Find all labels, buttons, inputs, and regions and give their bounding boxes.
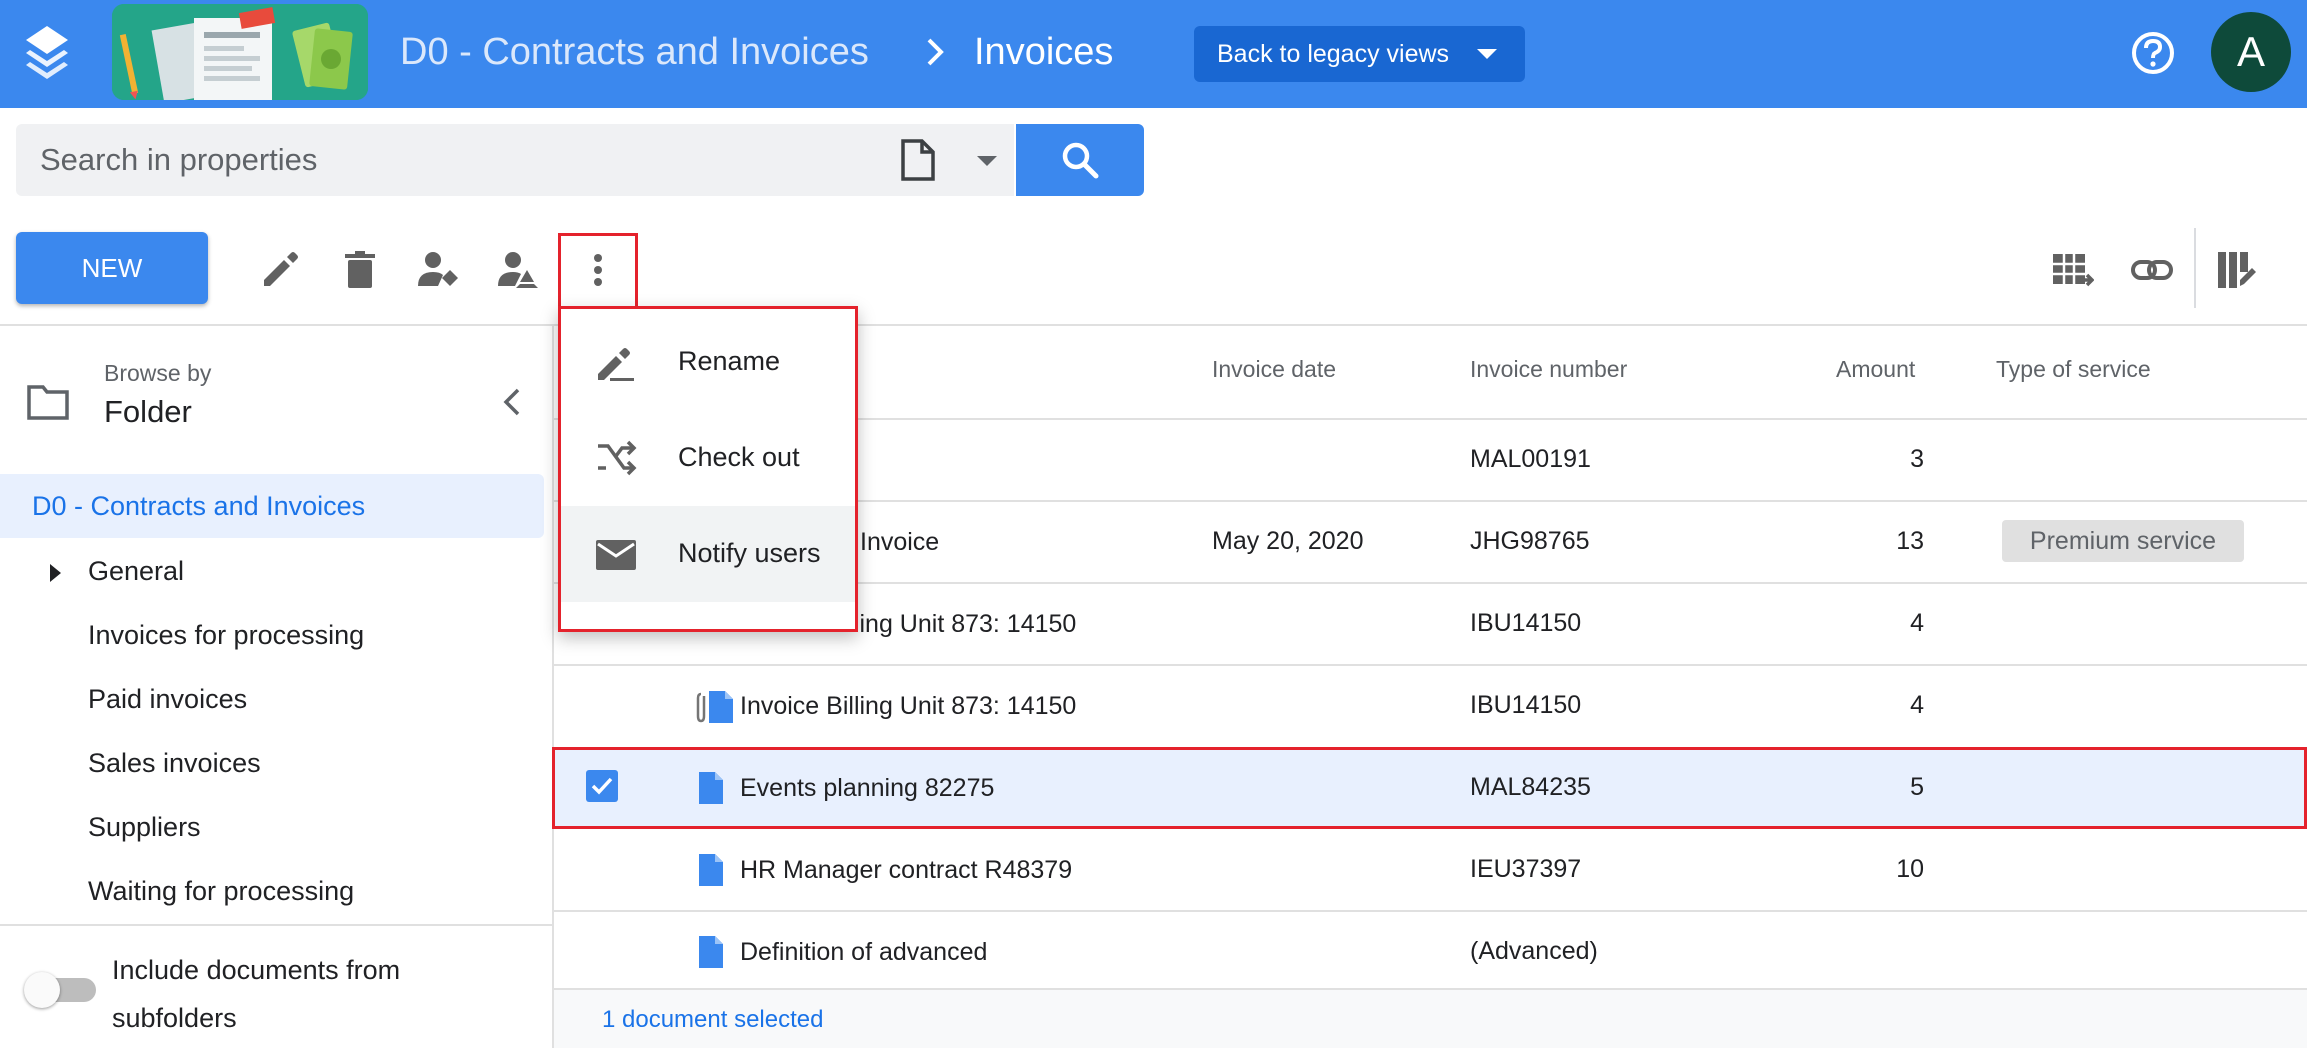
more-actions-menu: Rename Check out Notify users [558, 306, 858, 632]
help-icon[interactable] [2130, 30, 2176, 76]
edit-icon[interactable] [258, 248, 302, 292]
sidebar-item-label: D0 - Contracts and Invoices [32, 491, 366, 521]
include-subfolders-label: Include documents from subfolders [112, 955, 401, 1033]
amount-cell: 10 [1896, 855, 1924, 883]
chevron-right-icon [920, 34, 950, 70]
search-button[interactable] [1016, 124, 1144, 196]
sidebar-item-invoices-for-processing[interactable]: Invoices for processing [88, 620, 364, 651]
invoice-number-cell: IEU37397 [1470, 855, 1582, 883]
sidebar-item-d0-contracts[interactable]: D0 - Contracts and Invoices [0, 474, 544, 538]
document-icon [696, 853, 726, 887]
invoice-number-cell: (Advanced) [1470, 937, 1598, 965]
column-settings-icon[interactable] [2214, 248, 2258, 292]
sidebar-item-waiting-for-processing[interactable]: Waiting for processing [88, 876, 354, 907]
column-header-invoice-number[interactable]: Invoice number [1470, 356, 1627, 383]
caret-down-icon[interactable] [974, 152, 1000, 170]
caret-right-icon[interactable] [46, 561, 64, 585]
user-avatar[interactable]: A [2211, 12, 2291, 92]
chevron-left-icon[interactable] [498, 386, 526, 418]
sidebar: Browse by Folder D0 - Contracts and Invo… [0, 326, 552, 1048]
breadcrumb-current: Invoices [974, 31, 1114, 73]
document-title-cell[interactable]: Invoice [860, 528, 939, 557]
invoice-number-cell: IBU14150 [1470, 609, 1582, 637]
amount-cell: 3 [1910, 445, 1924, 473]
menu-item-label: Rename [678, 346, 781, 376]
include-subfolders-toggle[interactable] [24, 972, 98, 1008]
toolbar-divider [2194, 228, 2196, 308]
sidebar-item-general[interactable]: General [88, 556, 184, 587]
sidebar-item-paid-invoices[interactable]: Paid invoices [88, 684, 247, 715]
menu-item-label: Notify users [678, 538, 821, 568]
sidebar-divider [0, 924, 552, 926]
app-bar: D0 - Contracts and Invoices Invoices Bac… [0, 0, 2307, 108]
sidebar-item-suppliers[interactable]: Suppliers [88, 812, 201, 843]
more-vert-icon[interactable] [576, 248, 620, 292]
assign-user-icon[interactable] [416, 248, 460, 292]
selected-row-highlight [552, 747, 2307, 829]
column-header-invoice-date[interactable]: Invoice date [1212, 356, 1336, 383]
document-type-icon[interactable] [900, 138, 936, 182]
amount-cell: 4 [1910, 691, 1924, 719]
amount-cell: 4 [1910, 609, 1924, 637]
menu-item-label: Check out [678, 442, 800, 472]
sidebar-border [552, 326, 554, 1048]
rename-icon [598, 348, 634, 381]
document-title-cell[interactable]: Definition of advanced [740, 938, 987, 967]
breadcrumb-root[interactable]: D0 - Contracts and Invoices [400, 27, 869, 77]
document-icon [706, 690, 736, 724]
invoice-date-cell: May 20, 2020 [1212, 527, 1364, 555]
selection-count: 1 document selected [602, 1006, 824, 1033]
caret-down-icon [1474, 44, 1500, 64]
mail-icon [596, 540, 636, 570]
back-to-legacy-views-button[interactable]: Back to legacy views [1194, 26, 1525, 82]
menu-item-notify-users[interactable]: Notify users [558, 506, 858, 602]
sidebar-item-sales-invoices[interactable]: Sales invoices [88, 748, 261, 779]
document-icon [696, 935, 726, 969]
new-button[interactable]: NEW [16, 232, 208, 304]
service-badge: Premium service [2002, 520, 2244, 562]
search-icon [1062, 142, 1099, 179]
invoice-number-cell: JHG98765 [1470, 527, 1590, 555]
row-divider [554, 910, 2307, 912]
toggle-knob [24, 972, 60, 1008]
share-drive-icon[interactable] [496, 248, 540, 292]
app-logo-icon[interactable] [22, 24, 72, 80]
delete-icon[interactable] [338, 248, 382, 292]
amount-cell: 13 [1896, 527, 1924, 555]
checkout-icon [598, 440, 637, 476]
menu-item-check-out[interactable]: Check out [558, 410, 858, 506]
folder-banner-image [112, 4, 368, 100]
column-header-type-of-service[interactable]: Type of service [1996, 356, 2151, 383]
column-header-amount[interactable]: Amount [1836, 356, 1915, 383]
invoice-number-cell: MAL00191 [1470, 445, 1591, 473]
menu-item-rename[interactable]: Rename [558, 314, 858, 410]
search-bar [16, 124, 1014, 196]
browse-by-label: Browse by [104, 360, 212, 386]
folder-icon [26, 382, 70, 422]
search-input[interactable] [16, 124, 876, 196]
document-title-cell[interactable]: HR Manager contract R48379 [740, 856, 1072, 885]
row-divider [554, 664, 2307, 666]
invoice-number-cell: IBU14150 [1470, 691, 1582, 719]
legacy-button-label: Back to legacy views [1217, 40, 1450, 68]
link-icon[interactable] [2130, 248, 2174, 292]
document-title-cell[interactable]: Invoice Billing Unit 873: 14150 [740, 692, 1076, 721]
export-table-icon[interactable] [2050, 248, 2094, 292]
browse-mode-selector[interactable]: Folder [104, 394, 192, 430]
footer-divider [554, 988, 2307, 990]
